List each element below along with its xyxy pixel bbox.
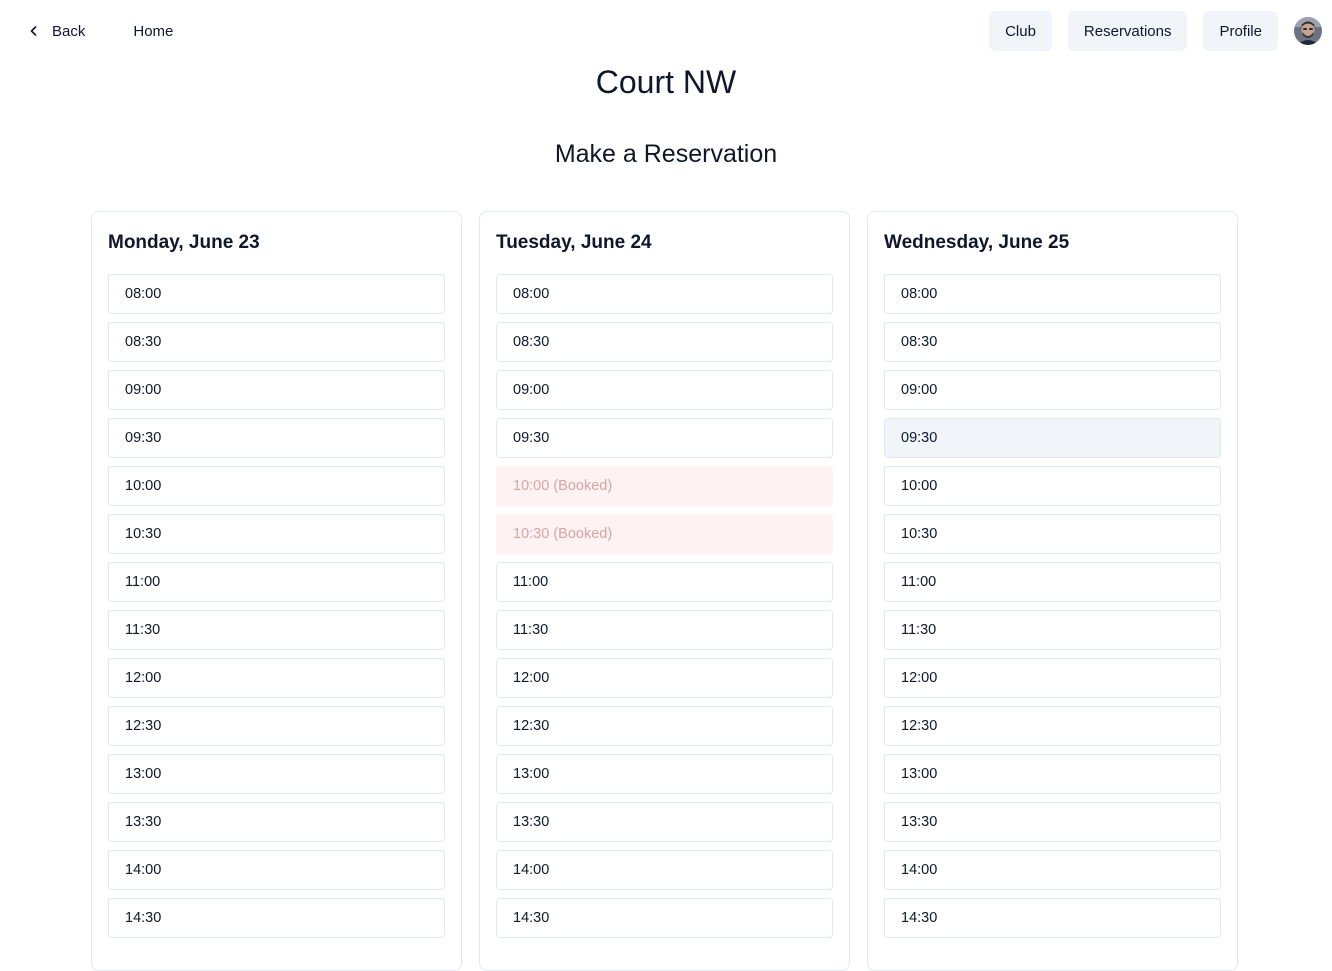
time-slot[interactable]: 12:00 [496,658,833,698]
time-slot[interactable]: 09:00 [884,370,1221,410]
time-slot[interactable]: 11:30 [108,610,445,650]
time-slot[interactable]: 09:30 [884,418,1221,458]
time-slot-booked: 10:30 (Booked) [496,514,833,554]
time-slot[interactable]: 14:00 [884,850,1221,890]
time-slot[interactable]: 12:00 [108,658,445,698]
time-slot[interactable]: 13:00 [108,754,445,794]
time-slot[interactable]: 08:30 [496,322,833,362]
time-slot[interactable]: 13:30 [108,802,445,842]
day-columns: Monday, June 23 08:00 08:30 09:00 09:30 10:00… [91,211,1238,971]
time-slot[interactable]: 13:00 [496,754,833,794]
time-slot[interactable]: 12:00 [884,658,1221,698]
time-slot-booked: 10:00 (Booked) [496,466,833,506]
time-slot[interactable]: 08:00 [496,274,833,314]
time-slot[interactable]: 12:30 [496,706,833,746]
profile-button[interactable]: Profile [1203,11,1278,51]
time-slot[interactable]: 09:30 [108,418,445,458]
time-slot[interactable]: 11:00 [108,562,445,602]
time-slot[interactable]: 10:00 [884,466,1221,506]
day-card: Wednesday, June 25 08:00 08:30 09:00 09:30 10… [867,211,1238,971]
time-slot[interactable]: 14:30 [496,898,833,938]
time-slot[interactable]: 12:30 [108,706,445,746]
time-slot[interactable]: 10:30 [884,514,1221,554]
time-slot[interactable]: 13:30 [496,802,833,842]
time-slot[interactable]: 09:00 [108,370,445,410]
section-title: Make a Reservation [554,140,778,168]
chevron-left-icon [26,23,42,39]
time-slot[interactable]: 08:30 [108,322,445,362]
time-slot[interactable]: 08:00 [884,274,1221,314]
time-slot[interactable]: 14:00 [108,850,445,890]
time-slot[interactable]: 11:00 [496,562,833,602]
day-card: Tuesday, June 24 08:00 08:30 09:00 09:30 10:0… [479,211,850,971]
top-navigation: Back Home Club Reservations Profile [0,0,1332,62]
time-slot[interactable]: 14:00 [496,850,833,890]
back-button[interactable]: Back [22,12,93,50]
home-link[interactable]: Home [133,23,173,40]
day-title: Monday, June 23 [108,232,260,253]
time-slot[interactable]: 11:30 [884,610,1221,650]
time-slot[interactable]: 13:30 [884,802,1221,842]
day-title: Wednesday, June 25 [884,232,1070,253]
time-slot[interactable]: 11:00 [884,562,1221,602]
time-slot[interactable]: 12:30 [884,706,1221,746]
club-button[interactable]: Club [989,11,1052,51]
time-slot[interactable]: 08:00 [108,274,445,314]
day-title: Tuesday, June 24 [496,232,652,253]
time-slot[interactable]: 09:30 [496,418,833,458]
time-slot[interactable]: 11:30 [496,610,833,650]
time-slot[interactable]: 14:30 [108,898,445,938]
time-slot[interactable]: 14:30 [884,898,1221,938]
time-slot[interactable]: 08:30 [884,322,1221,362]
day-card: Monday, June 23 08:00 08:30 09:00 09:30 10:00… [91,211,462,971]
nav-left: Back Home [22,12,173,50]
avatar[interactable] [1294,17,1322,45]
time-slot[interactable]: 10:30 [108,514,445,554]
nav-right: Club Reservations Profile [989,11,1322,51]
back-label: Back [52,22,86,40]
time-slot[interactable]: 13:00 [884,754,1221,794]
time-slot[interactable]: 10:00 [108,466,445,506]
reservations-button[interactable]: Reservations [1067,11,1188,51]
page-title: Court NW [595,64,737,100]
time-slot[interactable]: 09:00 [496,370,833,410]
